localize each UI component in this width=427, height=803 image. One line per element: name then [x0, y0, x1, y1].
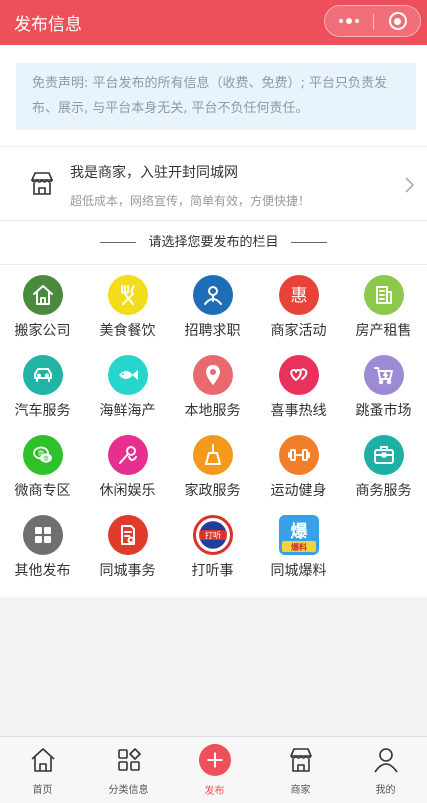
category-item[interactable]: 家政服务 [170, 425, 255, 501]
category-item[interactable]: 海鲜海产 [85, 345, 170, 421]
category-label: 招聘求职 [184, 323, 241, 339]
category-item[interactable]: 休闲娱乐 [85, 425, 170, 501]
building-icon [363, 275, 404, 315]
grid-icon [22, 515, 63, 555]
tab-category[interactable]: 分类信息 [86, 737, 171, 803]
shop-icon [30, 172, 54, 195]
category-label: 休闲娱乐 [99, 483, 156, 499]
category-item[interactable]: 房产租售 [341, 265, 426, 341]
car-icon [22, 355, 63, 395]
category-item[interactable]: 汽车服务 [0, 345, 85, 421]
wechat-icon: 微商 [22, 435, 63, 475]
person-icon [192, 275, 233, 315]
category-label: 汽车服务 [14, 403, 71, 419]
home-icon [28, 745, 58, 775]
tab-label: 首页 [32, 785, 53, 796]
category-label: 微商专区 [14, 483, 71, 499]
tab-home[interactable]: 首页 [0, 737, 85, 803]
svg-text:爆: 爆 [290, 522, 308, 542]
fish-icon [107, 355, 148, 395]
chevron-right-icon [405, 177, 415, 193]
svg-text:商: 商 [43, 454, 49, 462]
category-label: 本地服务 [184, 403, 241, 419]
page-title: 发布信息 [14, 15, 82, 35]
fork-knife-icon [107, 275, 148, 315]
category-item[interactable]: 微商微商专区 [0, 425, 85, 501]
category-item[interactable]: 其他发布 [0, 505, 85, 581]
baoliao-icon: 爆爆料 [278, 515, 319, 555]
category-label: 房产租售 [355, 323, 412, 339]
main-content: 免责声明: 平台发布的所有信息（收费、免费）; 平台只负责发布、展示, 与平台本… [0, 45, 427, 597]
cart-icon [363, 355, 404, 395]
heading-line-left [100, 242, 137, 243]
microphone-icon [107, 435, 148, 475]
category-label: 同城爆料 [270, 563, 327, 579]
category-label: 运动健身 [270, 483, 327, 499]
category-label: 打听事 [191, 563, 234, 579]
dumbbell-icon [278, 435, 319, 475]
category-item[interactable]: 同城事务 [85, 505, 170, 581]
hearts-icon [278, 355, 319, 395]
shop-icon [286, 745, 316, 775]
category-item[interactable]: 跳蚤市场 [341, 345, 426, 421]
section-heading: 请选择您要发布的栏目 [0, 231, 427, 250]
category-item[interactable]: 招聘求职 [170, 265, 255, 341]
plus-icon [198, 744, 231, 776]
merchant-join-title: 我是商家，入驻开封同城网 [70, 165, 238, 181]
category-label: 搬家公司 [14, 323, 71, 339]
category-icon [114, 745, 144, 775]
merchant-join-banner[interactable]: 我是商家，入驻开封同城网 超低成本，网络宣传，简单有效，方便快捷！ [0, 146, 427, 221]
tab-plus[interactable]: 发布 [172, 737, 257, 803]
category-label: 同城事务 [99, 563, 156, 579]
hui-icon: 惠 [278, 275, 319, 315]
location-pin-icon [192, 355, 233, 395]
category-label: 商务服务 [355, 483, 412, 499]
category-item[interactable]: 本地服务 [170, 345, 255, 421]
category-item[interactable]: 打听 打听事 [170, 505, 255, 581]
svg-text:打听: 打听 [204, 530, 220, 540]
category-item[interactable]: 搬家公司 [0, 265, 85, 341]
mini-program-capsule [324, 5, 421, 37]
section-heading-text: 请选择您要发布的栏目 [148, 235, 279, 250]
more-options-icon[interactable] [325, 6, 373, 36]
category-grid: 搬家公司 美食餐饮 招聘求职惠商家活动 房产租售 汽车服务 海鲜海产 本地服务 喜事热线 跳蚤市… [0, 264, 427, 599]
category-item[interactable]: 运动健身 [256, 425, 341, 501]
category-label: 商家活动 [270, 323, 327, 339]
heading-line-right [290, 242, 327, 243]
category-label: 跳蚤市场 [355, 403, 412, 419]
category-item[interactable]: 商务服务 [341, 425, 426, 501]
title-bar: 发布信息 [0, 0, 427, 45]
category-label: 家政服务 [184, 483, 241, 499]
user-icon [371, 745, 401, 775]
briefcase-icon [363, 435, 404, 475]
category-label: 海鲜海产 [99, 403, 156, 419]
house-icon [22, 275, 63, 315]
svg-text:惠: 惠 [290, 286, 307, 306]
tab-label: 我的 [375, 785, 396, 796]
category-item[interactable]: 美食餐饮 [85, 265, 170, 341]
bottom-tab-bar: 首页 分类信息 发布 商家 我的 [0, 736, 427, 803]
tab-label: 商家 [290, 785, 311, 796]
category-label: 美食餐饮 [99, 323, 156, 339]
category-label: 其他发布 [14, 563, 71, 579]
disclaimer-notice: 免责声明: 平台发布的所有信息（收费、免费）; 平台只负责发布、展示, 与平台本… [16, 63, 416, 130]
category-item[interactable]: 喜事热线 [256, 345, 341, 421]
broom-icon [192, 435, 233, 475]
tab-user[interactable]: 我的 [343, 737, 427, 803]
svg-text:爆料: 爆料 [291, 542, 307, 552]
category-item[interactable]: 惠商家活动 [256, 265, 341, 341]
document-icon [107, 515, 148, 555]
category-item[interactable]: 爆爆料 同城爆料 [256, 505, 341, 581]
search-badge-icon: 打听 [192, 515, 233, 555]
tab-label: 分类信息 [108, 785, 149, 796]
tab-shop[interactable]: 商家 [258, 737, 343, 803]
close-mini-program-icon[interactable] [374, 6, 421, 36]
merchant-join-subtitle: 超低成本，网络宣传，简单有效，方便快捷！ [70, 194, 311, 208]
category-label: 喜事热线 [270, 403, 327, 419]
tab-label: 发布 [204, 786, 225, 797]
